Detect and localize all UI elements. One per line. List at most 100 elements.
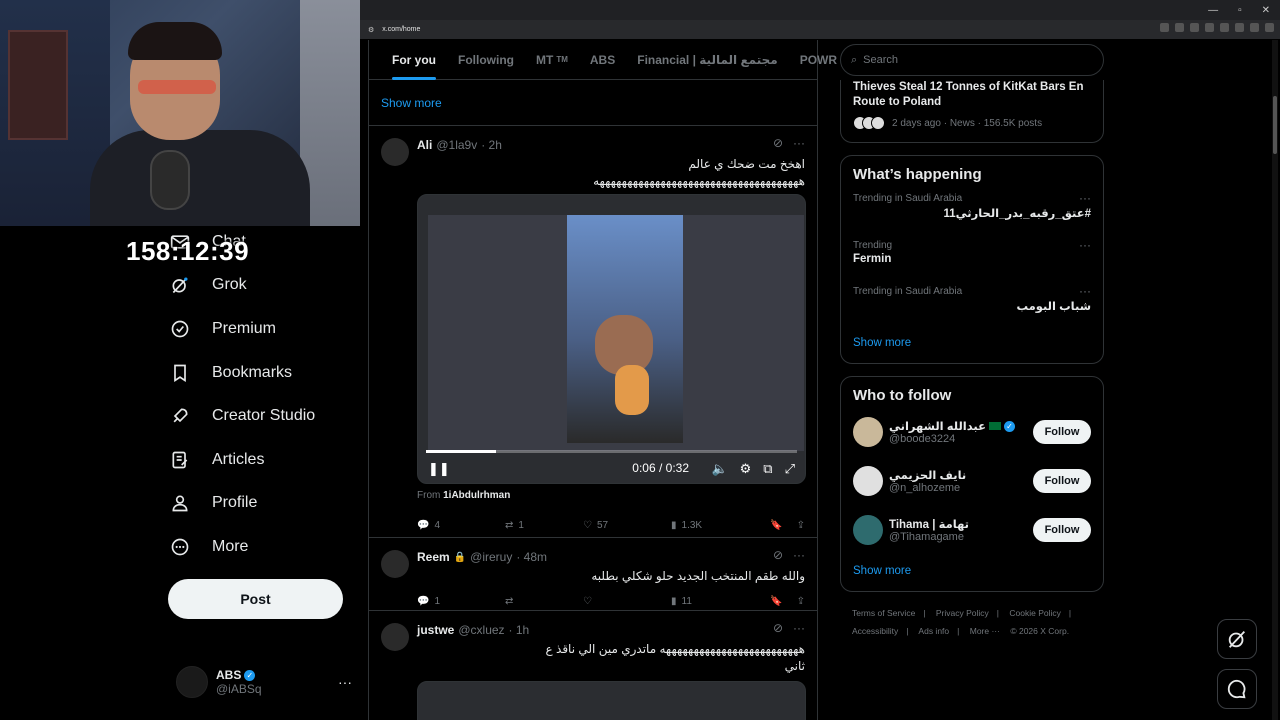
extension-icon[interactable] xyxy=(1160,23,1169,32)
tweet-author-name[interactable]: Ali xyxy=(417,138,432,152)
tweet-time[interactable]: · 48m xyxy=(516,550,547,564)
show-more-link[interactable]: Show more xyxy=(841,555,1103,591)
follow-button[interactable]: Follow xyxy=(1033,518,1091,542)
more-icon[interactable]: ··· xyxy=(793,548,805,562)
close-icon[interactable]: ✕ xyxy=(1262,5,1270,16)
avatar[interactable] xyxy=(853,417,883,447)
trend-item[interactable]: Trending Fermin ··· xyxy=(841,234,1103,281)
tweet-video[interactable]: ❚❚ 0:06 / 0:32 🔈 ⚙ ⧉ ⤢ xyxy=(417,194,806,484)
extension-icon[interactable] xyxy=(1190,23,1199,32)
follow-suggestion[interactable]: عبدالله الشهراني ✓ @boode3224 Follow xyxy=(841,408,1103,457)
news-card[interactable]: Thieves Steal 12 Tonnes of KitKat Bars E… xyxy=(840,80,1104,143)
show-more-link[interactable]: Show more xyxy=(841,327,1103,363)
menu-icon[interactable] xyxy=(1265,23,1274,32)
tab-financial[interactable]: Financial | مجتمع المالية xyxy=(626,40,788,80)
extension-icon[interactable] xyxy=(1220,23,1229,32)
tab-abs[interactable]: ABS xyxy=(579,40,626,80)
tweet-image[interactable] xyxy=(417,681,806,720)
sidebar-item-bookmarks[interactable]: Bookmarks xyxy=(168,351,315,395)
tab-mt[interactable]: MT TM xyxy=(525,40,579,80)
tweet-handle[interactable]: @1la9v xyxy=(436,138,477,152)
tab-for-you[interactable]: For you xyxy=(381,40,447,80)
volume-icon[interactable]: 🔈 xyxy=(711,461,727,477)
reply-button[interactable]: 💬 4 xyxy=(417,520,505,531)
follow-suggestion[interactable]: Tihama | تهامة @Tihamagame Follow xyxy=(841,506,1103,555)
url-text[interactable]: x.com/home xyxy=(382,26,420,33)
bookmark-icon[interactable]: 🔖 xyxy=(770,596,782,607)
maximize-icon[interactable]: ▫ xyxy=(1238,5,1242,16)
settings-icon[interactable]: ⚙ xyxy=(740,461,752,477)
tweet[interactable]: Ali @1la9v · 2h ⊘ ··· اهخخ مت ضحك ي عالم … xyxy=(369,126,817,538)
trend-item[interactable]: Trending in Saudi Arabia #عتق_رقبه_بدر_ا… xyxy=(841,187,1103,234)
extension-icon[interactable] xyxy=(1235,23,1244,32)
sidebar-item-grok[interactable]: Grok xyxy=(168,264,315,308)
more-icon[interactable]: ··· xyxy=(1079,238,1091,252)
extension-icon[interactable] xyxy=(1175,23,1184,32)
footer-link-more[interactable]: More ··· xyxy=(970,626,1000,636)
messages-floating-button[interactable] xyxy=(1217,669,1257,709)
sidebar-item-more[interactable]: More xyxy=(168,525,315,569)
avatar[interactable] xyxy=(381,550,409,578)
sidebar-item-creator-studio[interactable]: Creator Studio xyxy=(168,394,315,438)
tweet[interactable]: Reem 🔒 @ireruy · 48m ⊘ ··· والله طقم المن… xyxy=(369,538,817,611)
minimize-icon[interactable]: — xyxy=(1208,5,1218,16)
extension-icon[interactable] xyxy=(1250,23,1259,32)
reply-button[interactable]: 💬 1 xyxy=(417,596,505,607)
tweet-author-name[interactable]: justwe xyxy=(417,623,454,637)
fullscreen-icon[interactable]: ⤢ xyxy=(785,461,795,477)
account-switcher[interactable]: ABS ✓ @iABSq ··· xyxy=(176,666,356,698)
tweet-author-name[interactable]: Reem xyxy=(417,550,450,564)
follow-button[interactable]: Follow xyxy=(1033,469,1091,493)
news-title[interactable]: Thieves Steal 12 Tonnes of KitKat Bars E… xyxy=(853,80,1091,110)
trend-item[interactable]: Trending in Saudi Arabia شباب البومب ··· xyxy=(841,280,1103,327)
sidebar-item-profile[interactable]: Profile xyxy=(168,482,315,526)
footer-link-cookie[interactable]: Cookie Policy xyxy=(1009,608,1061,618)
repost-button[interactable]: ⇄ xyxy=(505,596,583,607)
grok-floating-button[interactable] xyxy=(1217,619,1257,659)
scrollbar-thumb[interactable] xyxy=(1273,96,1277,154)
tweet-time[interactable]: · 1h xyxy=(509,623,530,637)
sidebar-item-premium[interactable]: Premium xyxy=(168,307,315,351)
sidebar-item-articles[interactable]: Articles xyxy=(168,438,315,482)
pause-icon[interactable]: ❚❚ xyxy=(428,461,450,477)
more-icon[interactable]: ··· xyxy=(1079,284,1091,298)
video-progress-bar[interactable] xyxy=(426,450,797,453)
search-input[interactable]: ⌕ Search xyxy=(840,44,1104,76)
tweet-time[interactable]: · 2h xyxy=(481,138,502,152)
scrollbar[interactable] xyxy=(1272,40,1278,720)
views-button[interactable]: ▮ 1.3K xyxy=(671,520,755,531)
post-button[interactable]: Post xyxy=(168,579,343,619)
bookmark-icon[interactable]: 🔖 xyxy=(770,520,782,531)
like-button[interactable]: ♡ xyxy=(583,596,671,607)
footer-link-terms[interactable]: Terms of Service xyxy=(852,608,915,618)
share-icon[interactable]: ⇪ xyxy=(797,596,805,607)
more-icon[interactable]: ··· xyxy=(793,621,805,635)
more-icon[interactable]: ··· xyxy=(1079,191,1091,205)
footer-link-ads[interactable]: Ads info xyxy=(918,626,949,636)
extension-icon[interactable] xyxy=(1205,23,1214,32)
more-icon[interactable]: ··· xyxy=(338,674,352,690)
avatar[interactable] xyxy=(381,623,409,651)
avatar[interactable] xyxy=(853,466,883,496)
pip-icon[interactable]: ⧉ xyxy=(763,461,772,477)
like-button[interactable]: ♡ 57 xyxy=(583,520,671,531)
grok-icon[interactable]: ⊘ xyxy=(773,621,783,635)
tweet-handle[interactable]: @cxluez xyxy=(458,623,504,637)
tweet[interactable]: justwe @cxluez · 1h ⊘ ··· ههههههههههههههه… xyxy=(369,611,817,720)
site-settings-icon[interactable]: ⚙ xyxy=(368,26,374,34)
follow-button[interactable]: Follow xyxy=(1033,420,1091,444)
repost-button[interactable]: ⇄ 1 xyxy=(505,520,583,531)
more-icon[interactable]: ··· xyxy=(793,136,805,150)
show-more-link[interactable]: Show more xyxy=(369,80,817,126)
grok-icon[interactable]: ⊘ xyxy=(773,548,783,562)
avatar[interactable] xyxy=(853,515,883,545)
avatar[interactable] xyxy=(381,138,409,166)
tweet-handle[interactable]: @ireruy xyxy=(470,550,512,564)
video-source-user[interactable]: 1iAbdulrhman xyxy=(443,490,510,501)
footer-link-privacy[interactable]: Privacy Policy xyxy=(936,608,989,618)
views-button[interactable]: ▮ 11 xyxy=(671,596,755,607)
address-bar[interactable]: ⚙ x.com/home xyxy=(360,20,1280,39)
tab-following[interactable]: Following xyxy=(447,40,525,80)
footer-link-accessibility[interactable]: Accessibility xyxy=(852,626,898,636)
grok-icon[interactable]: ⊘ xyxy=(773,136,783,150)
